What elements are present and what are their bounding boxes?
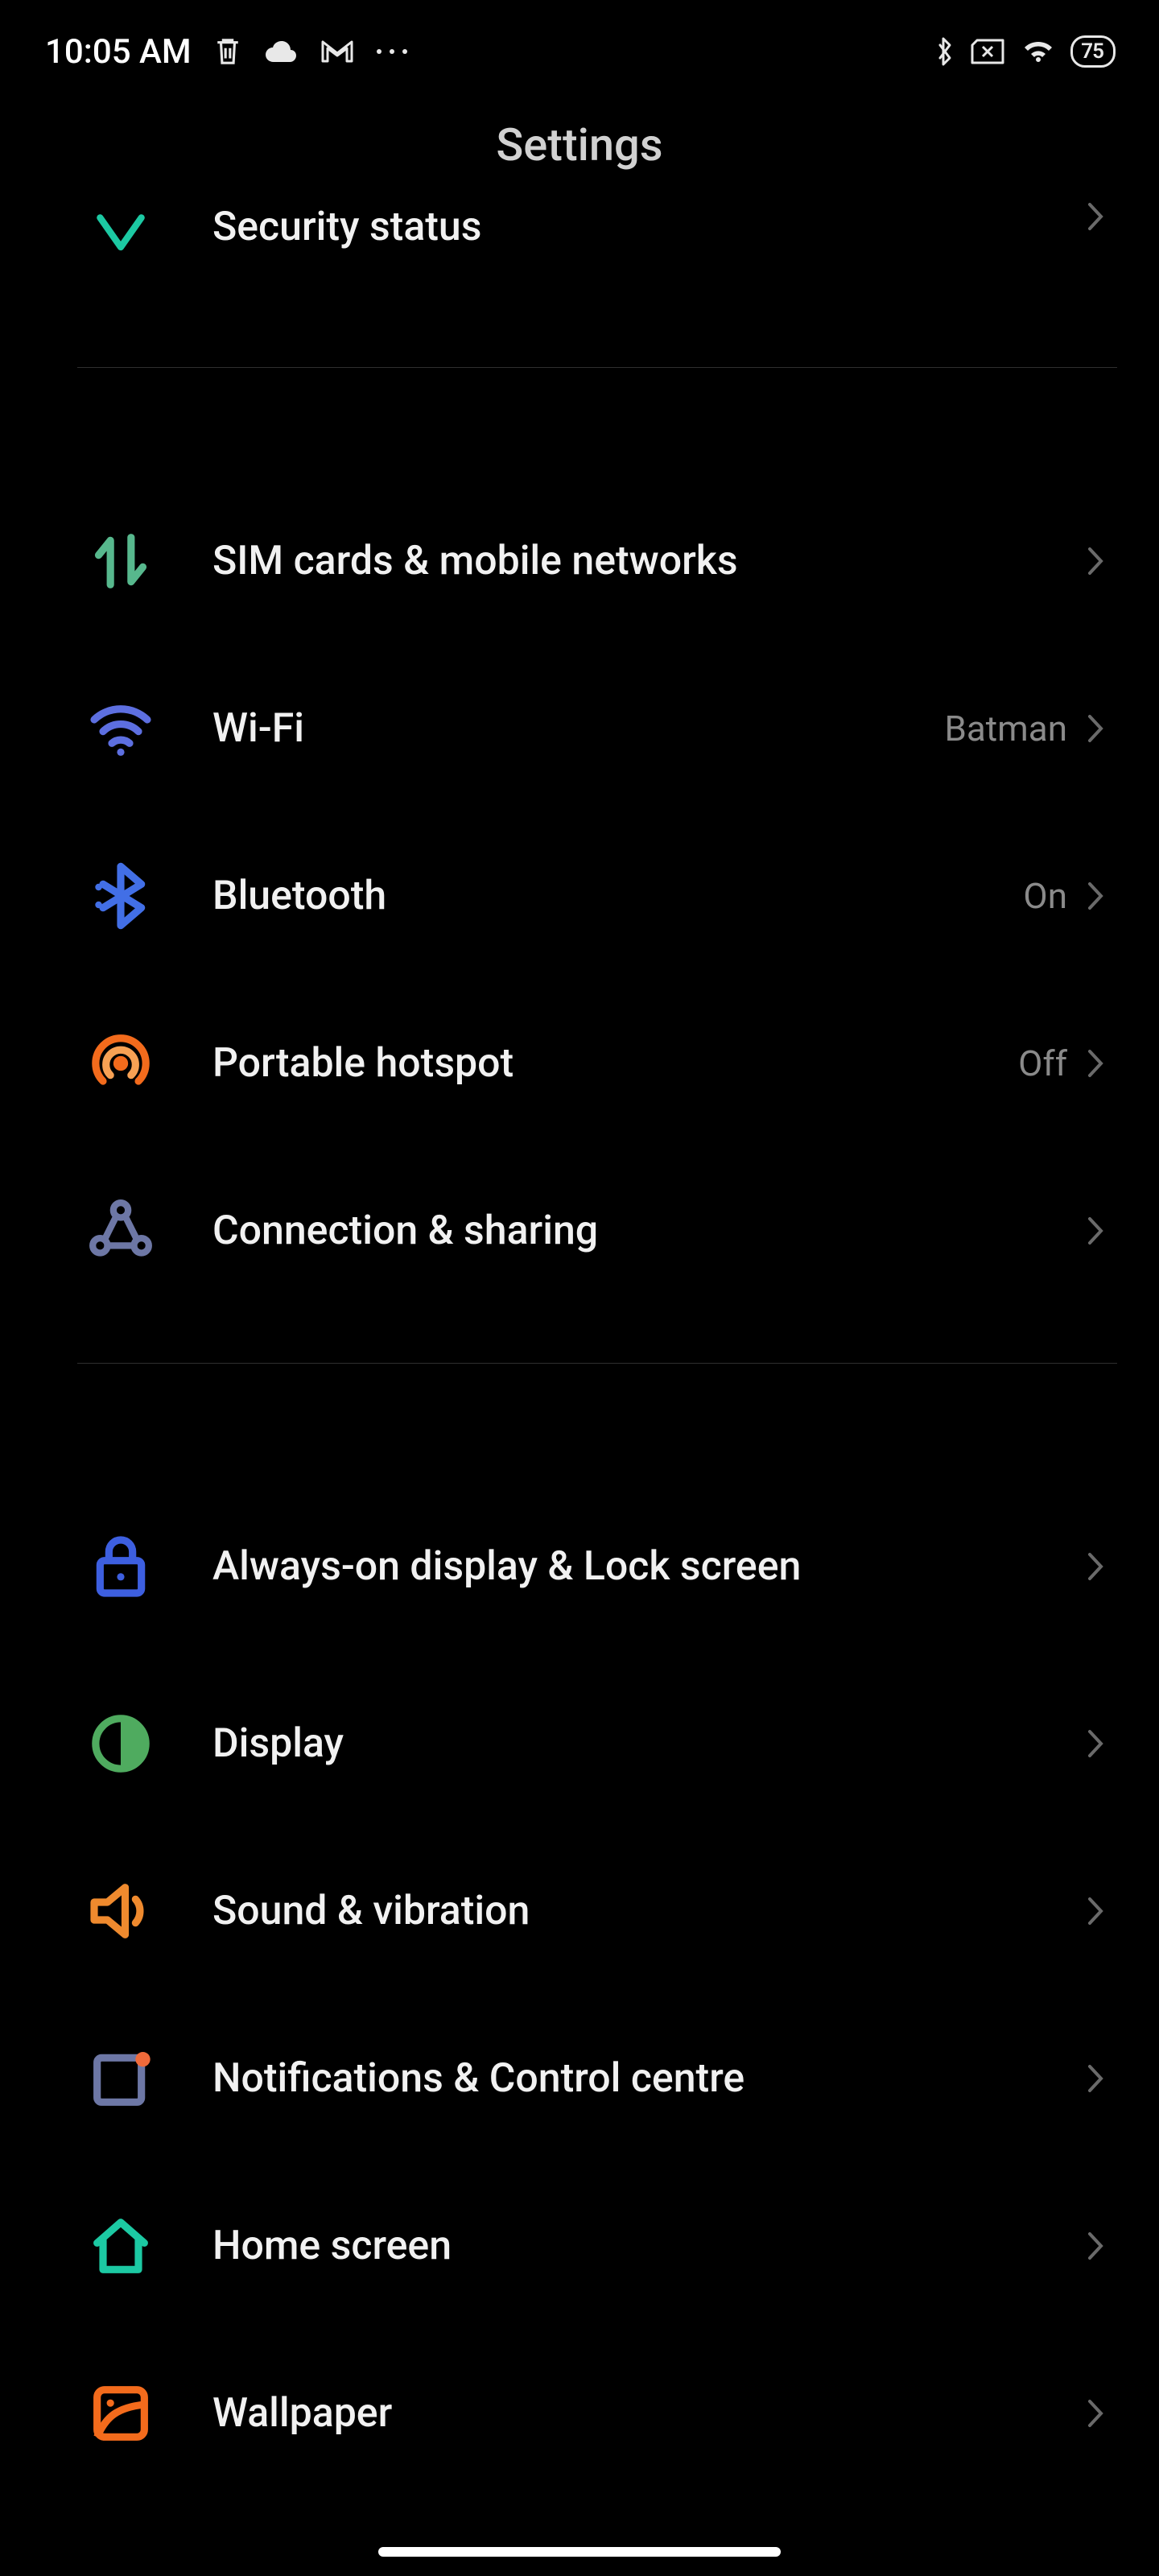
chevron-right-icon bbox=[1087, 1216, 1104, 1246]
delete-icon bbox=[214, 35, 241, 68]
row-bluetooth[interactable]: Bluetooth On bbox=[85, 812, 1159, 980]
chevron-right-icon bbox=[1087, 2398, 1104, 2429]
row-hotspot[interactable]: Portable hotspot Off bbox=[85, 980, 1159, 1147]
page-title: Settings bbox=[496, 118, 662, 171]
status-bar: 10:05 AM bbox=[0, 0, 1159, 89]
row-security-status[interactable]: Security status bbox=[85, 201, 1159, 333]
gmail-icon bbox=[320, 39, 354, 64]
row-label: Sound & vibration bbox=[156, 1885, 1087, 1938]
row-connection-sharing[interactable]: Connection & sharing bbox=[85, 1147, 1159, 1315]
row-label: Always-on display & Lock screen bbox=[156, 1541, 1087, 1593]
row-aod-lockscreen[interactable]: Always-on display & Lock screen bbox=[85, 1473, 1159, 1660]
battery-level: 75 bbox=[1081, 41, 1103, 62]
row-sound-vibration[interactable]: Sound & vibration bbox=[85, 1827, 1159, 1995]
chevron-right-icon bbox=[1087, 713, 1104, 744]
wifi-icon bbox=[85, 693, 156, 764]
wifi-status-icon bbox=[1021, 38, 1056, 65]
row-label: Portable hotspot bbox=[156, 1038, 1018, 1090]
status-right: 75 bbox=[935, 35, 1116, 68]
notification-panel-icon bbox=[85, 2043, 156, 2114]
row-wifi[interactable]: Wi-Fi Batman bbox=[85, 645, 1159, 812]
row-label: Wi-Fi bbox=[156, 703, 944, 755]
chevron-right-icon bbox=[1087, 1551, 1104, 1582]
chevron-right-icon bbox=[1087, 546, 1104, 576]
row-wallpaper[interactable]: Wallpaper bbox=[85, 2330, 1159, 2497]
row-label: SIM cards & mobile networks bbox=[156, 535, 1087, 588]
row-value: Off bbox=[1018, 1042, 1067, 1084]
more-icon bbox=[377, 49, 407, 54]
home-icon bbox=[85, 2211, 156, 2281]
bluetooth-status-icon bbox=[935, 35, 955, 68]
row-label: Connection & sharing bbox=[156, 1205, 1087, 1257]
row-value: Batman bbox=[944, 708, 1067, 749]
row-label: Bluetooth bbox=[156, 870, 1023, 923]
settings-screen: 10:05 AM bbox=[0, 0, 1159, 2576]
chevron-right-icon bbox=[1087, 1728, 1104, 1759]
row-value: On bbox=[1023, 875, 1067, 917]
chevron-right-icon bbox=[1087, 2063, 1104, 2094]
no-sim-icon bbox=[969, 37, 1006, 66]
chevron-right-icon bbox=[1087, 1896, 1104, 1926]
row-display[interactable]: Display bbox=[85, 1660, 1159, 1827]
chevron-right-icon bbox=[1087, 881, 1104, 911]
chevron-right-icon bbox=[1087, 1048, 1104, 1079]
row-label: Display bbox=[156, 1718, 1087, 1770]
row-notifications[interactable]: Notifications & Control centre bbox=[85, 1995, 1159, 2162]
wallpaper-icon bbox=[85, 2378, 156, 2449]
speaker-icon bbox=[85, 1876, 156, 1946]
hotspot-icon bbox=[85, 1028, 156, 1099]
row-label: Security status bbox=[156, 201, 1087, 254]
bluetooth-icon bbox=[85, 861, 156, 931]
gesture-nav-bar[interactable] bbox=[378, 2547, 781, 2557]
settings-list: Security status SIM cards & mobile netwo… bbox=[0, 201, 1159, 2497]
row-label: Home screen bbox=[156, 2220, 1087, 2273]
display-contrast-icon bbox=[85, 1708, 156, 1779]
row-label: Notifications & Control centre bbox=[156, 2053, 1087, 2105]
row-sim-cards[interactable]: SIM cards & mobile networks bbox=[85, 477, 1159, 645]
row-label: Wallpaper bbox=[156, 2388, 1087, 2440]
status-clock: 10:05 AM bbox=[45, 32, 192, 72]
cloud-icon bbox=[264, 39, 298, 64]
lock-icon bbox=[85, 1531, 156, 1602]
page-header: Settings bbox=[0, 89, 1159, 201]
row-home-screen[interactable]: Home screen bbox=[85, 2162, 1159, 2330]
mobile-data-icon bbox=[85, 526, 156, 597]
chevron-right-icon bbox=[1087, 2231, 1104, 2261]
battery-indicator: 75 bbox=[1070, 35, 1116, 68]
share-nodes-icon bbox=[85, 1195, 156, 1266]
status-left: 10:05 AM bbox=[45, 32, 407, 72]
chevron-right-icon bbox=[1087, 201, 1104, 232]
shield-check-icon bbox=[85, 203, 156, 274]
